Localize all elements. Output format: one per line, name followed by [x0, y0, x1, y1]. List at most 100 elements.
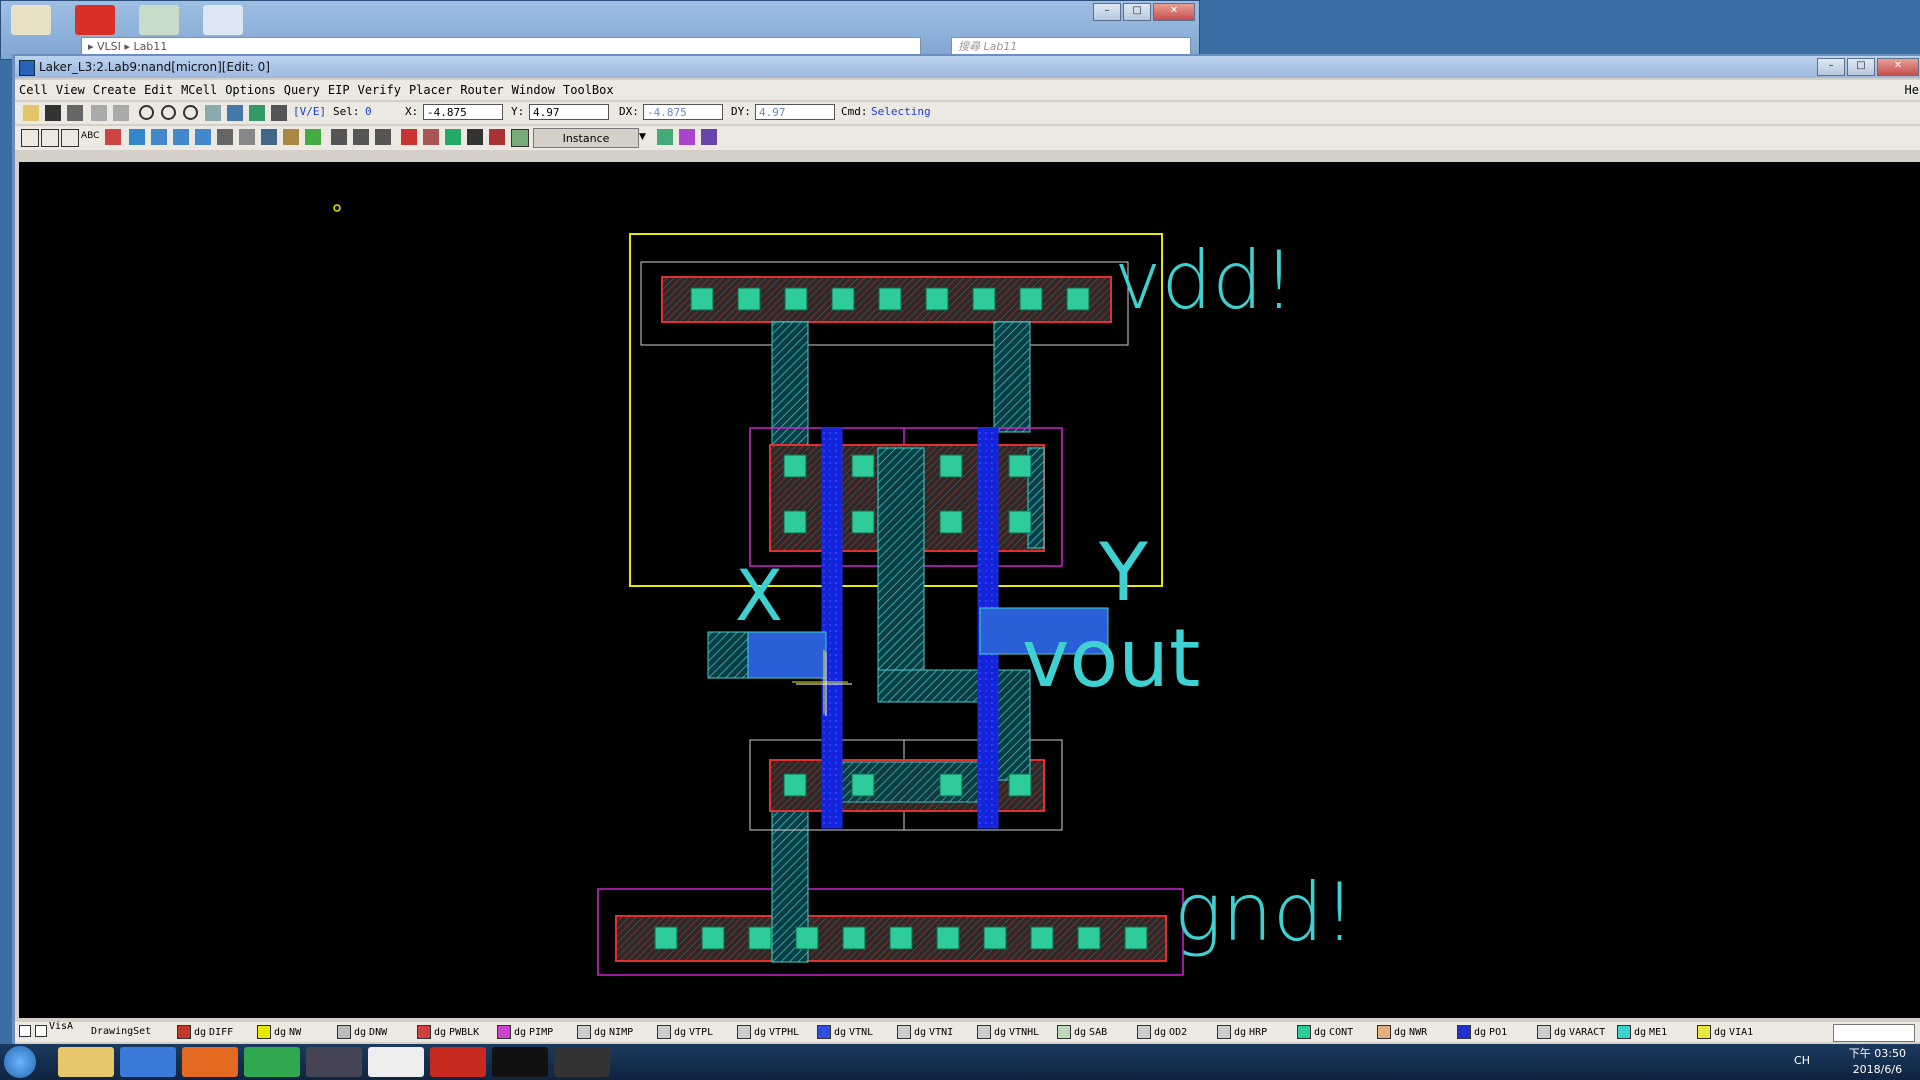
start-button[interactable]: [4, 1046, 36, 1078]
breadcrumb-item[interactable]: Lab11: [133, 40, 167, 53]
menu-view[interactable]: View: [52, 83, 89, 97]
menu-eip[interactable]: EIP: [324, 83, 354, 97]
close-button[interactable]: ✕: [1153, 3, 1195, 21]
search-input[interactable]: 搜尋 Lab11: [951, 37, 1191, 55]
eraser-icon[interactable]: [423, 129, 439, 145]
layer-item[interactable]: dg PWBLK: [417, 1025, 479, 1039]
layer-item[interactable]: dg PO1: [1457, 1025, 1507, 1039]
layer-item[interactable]: dg DNW: [337, 1025, 387, 1039]
menu-toolbox[interactable]: ToolBox: [559, 83, 618, 97]
lang-indicator[interactable]: CH: [1794, 1054, 1810, 1067]
minimize-button[interactable]: –: [1093, 3, 1121, 21]
network-taskbar-icon[interactable]: [306, 1047, 362, 1077]
menu-edit[interactable]: Edit: [140, 83, 177, 97]
layer-item[interactable]: dg NIMP: [577, 1025, 633, 1039]
ie-taskbar-icon[interactable]: [120, 1047, 176, 1077]
chrome-taskbar-icon[interactable]: [244, 1047, 300, 1077]
menu-cell[interactable]: Cell: [15, 83, 52, 97]
layer-item[interactable]: dg DIFF: [177, 1025, 233, 1039]
visible-checkbox[interactable]: [35, 1025, 47, 1037]
layer-item[interactable]: dg VARACT: [1537, 1025, 1605, 1039]
menu-help[interactable]: He: [1901, 83, 1920, 97]
layer-icon[interactable]: [271, 105, 287, 121]
menu-query[interactable]: Query: [280, 83, 324, 97]
clock[interactable]: 下午 03:50 2018/6/6: [1849, 1046, 1906, 1078]
layer-item[interactable]: dg OD2: [1137, 1025, 1187, 1039]
filezilla-icon[interactable]: [75, 5, 115, 35]
layer-item[interactable]: dg VTNL: [817, 1025, 873, 1039]
text-icon[interactable]: ABC: [81, 131, 99, 147]
select-icon[interactable]: [249, 105, 265, 121]
zoom-out-icon[interactable]: [139, 105, 154, 120]
layer-item[interactable]: dg NWR: [1377, 1025, 1427, 1039]
document-icon[interactable]: [203, 5, 243, 35]
y-field[interactable]: 4.97: [529, 104, 609, 120]
pen-icon[interactable]: [401, 129, 417, 145]
undo-icon[interactable]: [91, 105, 107, 121]
layer-item[interactable]: dg VTNHL: [977, 1025, 1039, 1039]
layer-item[interactable]: dg VTPL: [657, 1025, 713, 1039]
x-field[interactable]: -4.875: [423, 104, 503, 120]
document-icon[interactable]: [139, 5, 179, 35]
menu-placer[interactable]: Placer: [405, 83, 456, 97]
filezilla-taskbar-icon[interactable]: [430, 1047, 486, 1077]
print-icon[interactable]: [67, 105, 83, 121]
breadcrumb-item[interactable]: VLSI: [97, 40, 121, 53]
layer-item[interactable]: dg VTPHL: [737, 1025, 799, 1039]
display-icon[interactable]: [701, 129, 717, 145]
menu-create[interactable]: Create: [89, 83, 140, 97]
move-icon[interactable]: [151, 129, 167, 145]
select-mode-dropdown[interactable]: Instance: [533, 128, 639, 148]
terminal-taskbar-icon[interactable]: [492, 1047, 548, 1077]
find-icon[interactable]: [489, 129, 505, 145]
stretch-icon[interactable]: [195, 129, 211, 145]
flatten-icon[interactable]: [261, 129, 277, 145]
layer-item[interactable]: dg VTNI: [897, 1025, 953, 1039]
probe-icon[interactable]: [511, 129, 529, 147]
layer-item[interactable]: dg PIMP: [497, 1025, 553, 1039]
drawing-set-label[interactable]: DrawingSet: [91, 1026, 151, 1037]
array-icon[interactable]: [129, 129, 145, 145]
file-icon[interactable]: [11, 5, 51, 35]
zoom-in-icon[interactable]: [161, 105, 176, 120]
dx-field[interactable]: -4.875: [643, 104, 723, 120]
menu-verify[interactable]: Verify: [354, 83, 405, 97]
open-icon[interactable]: [23, 105, 39, 121]
menu-mcell[interactable]: MCell: [177, 83, 221, 97]
menu-window[interactable]: Window: [508, 83, 559, 97]
layer-item[interactable]: dg ME1: [1617, 1025, 1667, 1039]
palette-icon[interactable]: [657, 129, 673, 145]
close-button[interactable]: ✕: [1877, 58, 1919, 76]
menu-options[interactable]: Options: [221, 83, 280, 97]
menu-router[interactable]: Router: [456, 83, 507, 97]
redo-icon[interactable]: [113, 105, 129, 121]
merge-icon[interactable]: [239, 129, 255, 145]
layout-canvas[interactable]: vdd! gnd! X Y vout: [19, 162, 1920, 1018]
hierarchy-icon[interactable]: [283, 129, 299, 145]
view-icon[interactable]: [205, 105, 221, 121]
instance-icon[interactable]: [105, 129, 121, 145]
binoculars-icon[interactable]: [467, 129, 483, 145]
mirror-icon[interactable]: [375, 129, 391, 145]
bucket-icon[interactable]: [445, 129, 461, 145]
minimize-button[interactable]: –: [1817, 58, 1845, 76]
layer-item[interactable]: dg HRP: [1217, 1025, 1267, 1039]
flip-icon[interactable]: [353, 129, 369, 145]
explorer-taskbar-icon[interactable]: [58, 1047, 114, 1077]
copy-icon[interactable]: [173, 129, 189, 145]
address-bar[interactable]: ▸ VLSI ▸ Lab11: [81, 37, 921, 55]
layer-item[interactable]: dg CONT: [1297, 1025, 1353, 1039]
xserver-taskbar-icon[interactable]: [554, 1047, 610, 1077]
dy-field[interactable]: 4.97: [755, 104, 835, 120]
save-icon[interactable]: [45, 105, 61, 121]
zoom-fit-icon[interactable]: [183, 105, 198, 120]
layer-table-icon[interactable]: [679, 129, 695, 145]
layer-item[interactable]: dg SAB: [1057, 1025, 1107, 1039]
firefox-taskbar-icon[interactable]: [182, 1047, 238, 1077]
pdf-taskbar-icon[interactable]: [368, 1047, 424, 1077]
layer-item[interactable]: dg NW: [257, 1025, 301, 1039]
maximize-button[interactable]: □: [1847, 58, 1875, 76]
route-icon[interactable]: [305, 129, 321, 145]
layer-search-input[interactable]: [1833, 1024, 1915, 1042]
cut-icon[interactable]: [217, 129, 233, 145]
